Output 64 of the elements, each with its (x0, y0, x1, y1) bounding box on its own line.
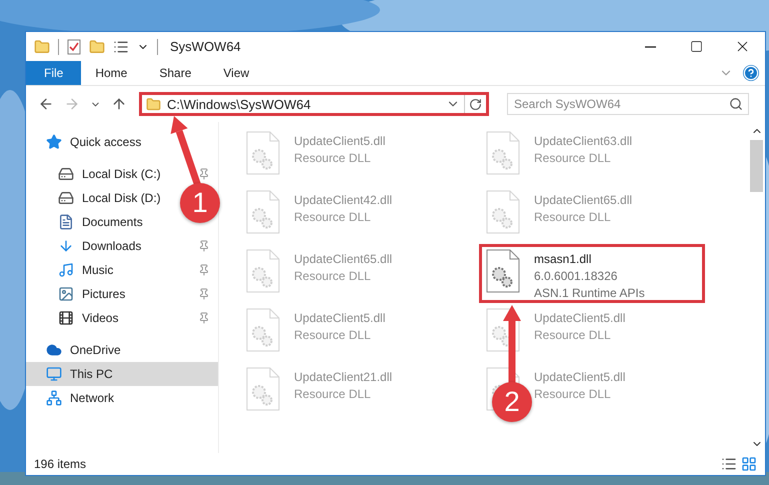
cloud-icon (46, 342, 62, 358)
monitor-icon (46, 366, 62, 382)
properties-icon[interactable] (67, 38, 81, 54)
maximize-icon (690, 40, 702, 53)
minimize-icon (644, 46, 656, 48)
dll-file-icon (246, 367, 280, 411)
sidebar-item[interactable]: Music (26, 258, 218, 282)
grid-icon (741, 456, 757, 472)
file-detail: Resource DLL (294, 268, 372, 285)
dll-file-icon (486, 190, 520, 234)
list-icon (721, 456, 737, 472)
sidebar-item[interactable]: Local Disk (D:) (26, 186, 169, 210)
sidebar-item[interactable]: Videos (26, 306, 218, 330)
sidebar-item[interactable]: OneDrive (26, 338, 129, 362)
document-icon (58, 214, 74, 230)
sidebar-item[interactable]: Network (26, 386, 122, 410)
file-detail: 6.0.6001.18326 (534, 268, 618, 285)
ribbon-tab[interactable]: View (209, 61, 264, 85)
window-title: SysWOW64 (170, 39, 241, 54)
ribbon-tab[interactable]: Home (81, 61, 142, 85)
ribbon-tab[interactable]: Share (145, 61, 206, 85)
dll-file-icon (246, 249, 280, 293)
file-detail: Resource DLL (294, 209, 372, 226)
film-icon (58, 310, 74, 326)
dll-file-icon (246, 190, 280, 234)
folder-icon (146, 96, 161, 112)
sidebar-item[interactable]: Documents (26, 210, 151, 234)
dll-file-icon (486, 131, 520, 175)
forward-arrow-icon (64, 96, 80, 112)
sidebar-item[interactable]: Pictures (26, 282, 218, 306)
file-detail: Resource DLL (294, 150, 372, 167)
dll-file-icon (486, 249, 520, 293)
refresh-icon (469, 98, 482, 110)
search-icon (729, 97, 743, 111)
file-detail: Resource DLL (534, 327, 612, 344)
file-detail: ASN.1 Runtime APIs (534, 285, 645, 302)
download-icon (58, 238, 74, 254)
sidebar-item[interactable]: This PC (26, 362, 218, 386)
dll-file-icon (246, 308, 280, 352)
tiles-view-button[interactable] (741, 456, 757, 472)
drive-icon (58, 166, 74, 182)
file-detail: Resource DLL (294, 327, 372, 344)
file-detail: Resource DLL (534, 209, 612, 226)
sidebar-item[interactable]: Quick access (26, 130, 150, 154)
details-view-button[interactable] (721, 456, 737, 472)
scrollbar-thumb[interactable] (750, 140, 763, 192)
picture-icon (58, 286, 74, 302)
view-icon[interactable] (113, 38, 129, 54)
network-icon (46, 390, 62, 406)
dll-file-icon (246, 131, 280, 175)
file-menu-tab[interactable]: File (26, 61, 82, 85)
drive-icon (58, 190, 74, 206)
sidebar-item[interactable]: Local Disk (C:) (26, 162, 218, 186)
star-icon (46, 134, 62, 150)
music-icon (58, 262, 74, 278)
file-name[interactable]: msasn1.dll (534, 251, 645, 268)
help-icon[interactable] (743, 65, 759, 81)
address-field[interactable]: C:\Windows\SysWOW64 (139, 92, 489, 116)
item-count: 196 items (34, 457, 86, 471)
file-detail: Resource DLL (534, 150, 612, 167)
sidebar-item[interactable]: Downloads (26, 234, 218, 258)
file-detail: Resource DLL (294, 386, 372, 403)
search-field[interactable]: Search SysWOW64 (507, 93, 749, 115)
file-detail: Resource DLL (534, 386, 612, 403)
